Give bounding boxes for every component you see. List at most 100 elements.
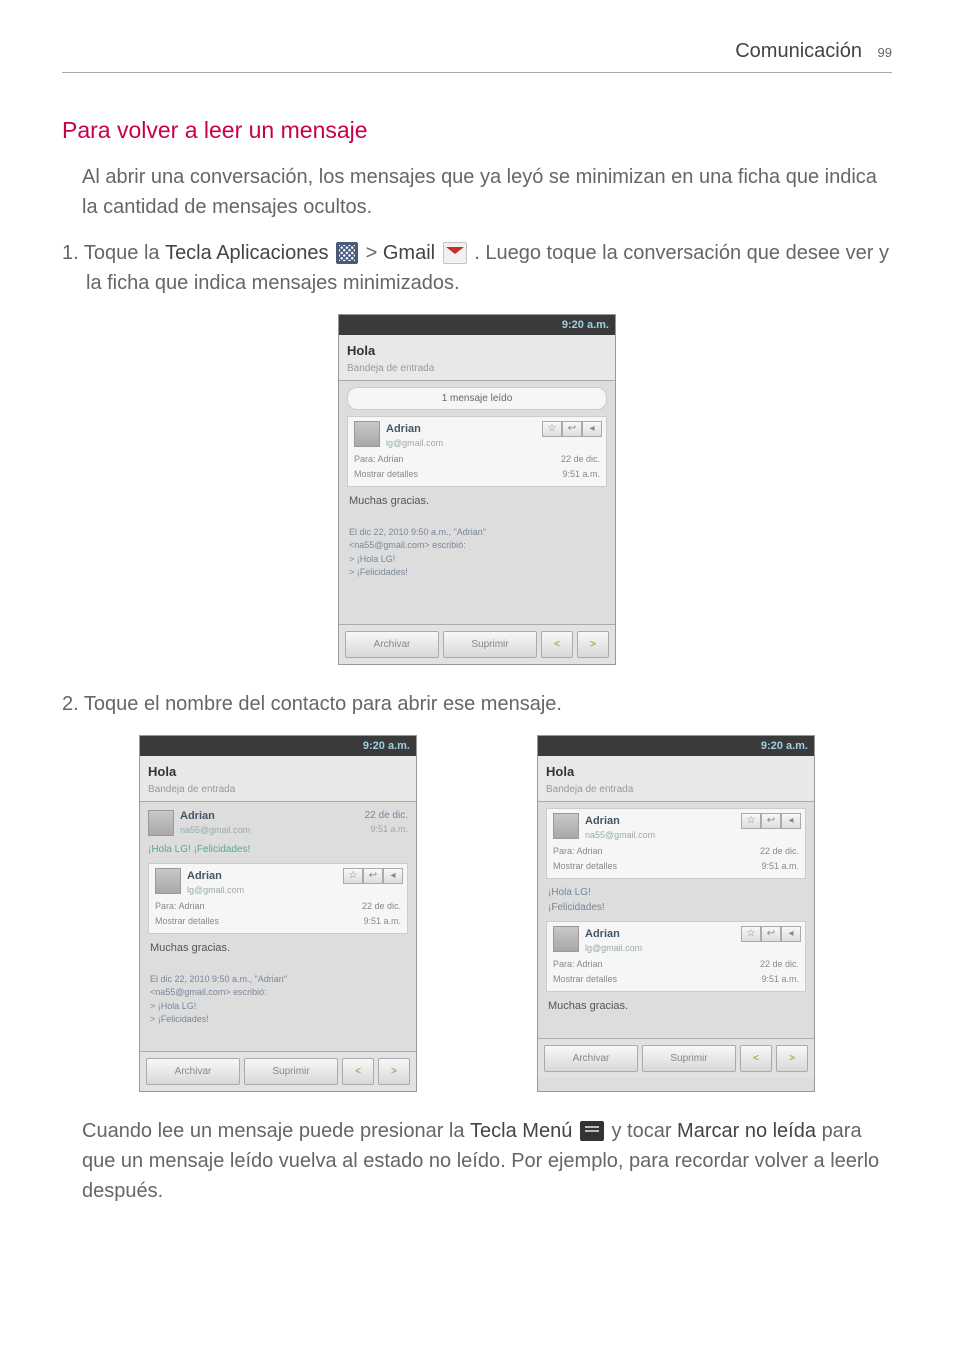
folder-label: Bandeja de entrada xyxy=(148,782,408,797)
preview-text: ¡Hola LG! ¡Felicidades! xyxy=(148,842,408,857)
avatar xyxy=(553,813,579,839)
sender-email: lg@gmail.com xyxy=(354,437,600,451)
star-icon[interactable]: ☆ xyxy=(741,813,761,829)
prev-button[interactable]: < xyxy=(342,1058,374,1085)
closing-pre: Cuando lee un mensaje puede presionar la xyxy=(82,1120,470,1142)
message-actions: ☆ ↩ ◂ xyxy=(343,868,403,884)
message-body: Muchas gracias. El dic 22, 2010 9:50 a.m… xyxy=(150,940,406,1027)
date-short: 22 de dic. xyxy=(362,900,401,914)
sender-name: Adrian xyxy=(180,808,359,825)
collapsed-messages-pill[interactable]: 1 mensaje leído xyxy=(347,387,607,410)
next-button[interactable]: > xyxy=(776,1045,808,1072)
message-preview[interactable]: Adrian na55@gmail.com 22 de dic. 9:51 a.… xyxy=(148,808,408,838)
body-meta: El dic 22, 2010 9:50 a.m., "Adrian" xyxy=(349,526,605,540)
recipient-line: Para: Adrian xyxy=(354,453,404,467)
conversation-title: Hola xyxy=(546,762,806,782)
status-time: 9:20 a.m. xyxy=(761,740,808,752)
gmail-icon xyxy=(443,242,467,264)
body-first-line: Muchas gracias. xyxy=(349,493,605,510)
body-from: <na55@gmail.com> escribió: xyxy=(349,539,605,553)
show-details-link[interactable]: Mostrar detalles xyxy=(155,915,219,929)
sender-email: lg@gmail.com xyxy=(553,942,799,956)
step-text: Toque el nombre del contacto para abrir … xyxy=(84,693,562,715)
preview-line-a: ¡Hola LG! xyxy=(548,885,804,900)
message-header-card[interactable]: Adrian lg@gmail.com ☆ ↩ ◂ Para: Adrian 2… xyxy=(148,863,408,934)
page-number: 99 xyxy=(878,45,892,60)
delete-button[interactable]: Suprimir xyxy=(244,1058,338,1085)
show-details-link[interactable]: Mostrar detalles xyxy=(553,860,617,874)
show-details-link[interactable]: Mostrar detalles xyxy=(354,468,418,482)
delete-button[interactable]: Suprimir xyxy=(443,631,537,658)
message-header-card[interactable]: Adrian lg@gmail.com ☆ ↩ ◂ Para: Adrian 2… xyxy=(546,921,806,992)
next-button[interactable]: > xyxy=(577,631,609,658)
reply-icon[interactable]: ↩ xyxy=(761,813,781,829)
date-short: 22 de dic. xyxy=(760,845,799,859)
avatar xyxy=(354,421,380,447)
avatar xyxy=(553,926,579,952)
status-time: 9:20 a.m. xyxy=(363,740,410,752)
app-header: Hola Bandeja de entrada xyxy=(538,756,814,802)
step-text-pre: Toque la xyxy=(84,242,165,264)
archive-button[interactable]: Archivar xyxy=(544,1045,638,1072)
more-icon[interactable]: ◂ xyxy=(781,813,801,829)
show-details-link[interactable]: Mostrar detalles xyxy=(553,973,617,987)
body-from: <na55@gmail.com> escribió: xyxy=(150,986,406,1000)
section-title: Comunicación xyxy=(735,40,862,62)
message-actions: ☆ ↩ ◂ xyxy=(741,926,801,942)
folder-label: Bandeja de entrada xyxy=(347,361,607,376)
star-icon[interactable]: ☆ xyxy=(542,421,562,437)
apps-grid-icon xyxy=(336,242,358,264)
delete-button[interactable]: Suprimir xyxy=(642,1045,736,1072)
message-body: Muchas gracias. El dic 22, 2010 9:50 a.m… xyxy=(349,493,605,580)
gmail-label: Gmail xyxy=(383,242,435,264)
reply-icon[interactable]: ↩ xyxy=(562,421,582,437)
reply-icon[interactable]: ↩ xyxy=(761,926,781,942)
archive-button[interactable]: Archivar xyxy=(345,631,439,658)
sender-email: na55@gmail.com xyxy=(180,824,359,838)
status-time: 9:20 a.m. xyxy=(562,319,609,331)
step-number: 2. xyxy=(62,693,79,715)
time-short: 9:51 a.m. xyxy=(761,860,799,874)
time-short: 9:51 a.m. xyxy=(562,468,600,482)
time-short: 9:51 a.m. xyxy=(365,823,408,837)
body-q2: > ¡Felicidades! xyxy=(150,1013,406,1027)
app-header: Hola Bandeja de entrada xyxy=(339,335,615,381)
closing-paragraph: Cuando lee un mensaje puede presionar la… xyxy=(82,1116,892,1206)
status-bar: 9:20 a.m. xyxy=(538,736,814,757)
time-short: 9:51 a.m. xyxy=(761,973,799,987)
star-icon[interactable]: ☆ xyxy=(343,868,363,884)
reply-icon[interactable]: ↩ xyxy=(363,868,383,884)
message-header-card[interactable]: Adrian lg@gmail.com ☆ ↩ ◂ Para: Adrian 2… xyxy=(347,416,607,487)
screenshot-group-1: 9:20 a.m. Hola Bandeja de entrada 1 mens… xyxy=(62,314,892,665)
prev-button[interactable]: < xyxy=(541,631,573,658)
avatar xyxy=(155,868,181,894)
avatar xyxy=(148,810,174,836)
message-actions: ☆ ↩ ◂ xyxy=(741,813,801,829)
star-icon[interactable]: ☆ xyxy=(741,926,761,942)
phone-screenshot-expanded-right: 9:20 a.m. Hola Bandeja de entrada Adrian… xyxy=(537,735,815,1092)
closing-mid: y tocar xyxy=(611,1120,677,1142)
message-header-card[interactable]: Adrian na55@gmail.com ☆ ↩ ◂ Para: Adrian… xyxy=(546,808,806,879)
app-header: Hola Bandeja de entrada xyxy=(140,756,416,802)
apps-key-label: Tecla Aplicaciones xyxy=(165,242,328,264)
gt-separator: > xyxy=(366,242,383,264)
conversation-title: Hola xyxy=(148,762,408,782)
next-button[interactable]: > xyxy=(378,1058,410,1085)
preview-line-b: ¡Felicidades! xyxy=(548,900,804,915)
more-icon[interactable]: ◂ xyxy=(582,421,602,437)
menu-key-label: Tecla Menú xyxy=(470,1120,572,1142)
step-1: 1. Toque la Tecla Aplicaciones > Gmail .… xyxy=(62,238,892,298)
recipient-line: Para: Adrian xyxy=(155,900,205,914)
intro-paragraph: Al abrir una conversación, los mensajes … xyxy=(82,162,892,222)
archive-button[interactable]: Archivar xyxy=(146,1058,240,1085)
date-short: 22 de dic. xyxy=(561,453,600,467)
prev-button[interactable]: < xyxy=(740,1045,772,1072)
more-icon[interactable]: ◂ xyxy=(383,868,403,884)
body-first-line: Muchas gracias. xyxy=(150,940,406,957)
conversation-title: Hola xyxy=(347,341,607,361)
step-number: 1. xyxy=(62,242,79,264)
status-bar: 9:20 a.m. xyxy=(339,315,615,336)
more-icon[interactable]: ◂ xyxy=(781,926,801,942)
status-bar: 9:20 a.m. xyxy=(140,736,416,757)
body-q1: > ¡Hola LG! xyxy=(150,1000,406,1014)
